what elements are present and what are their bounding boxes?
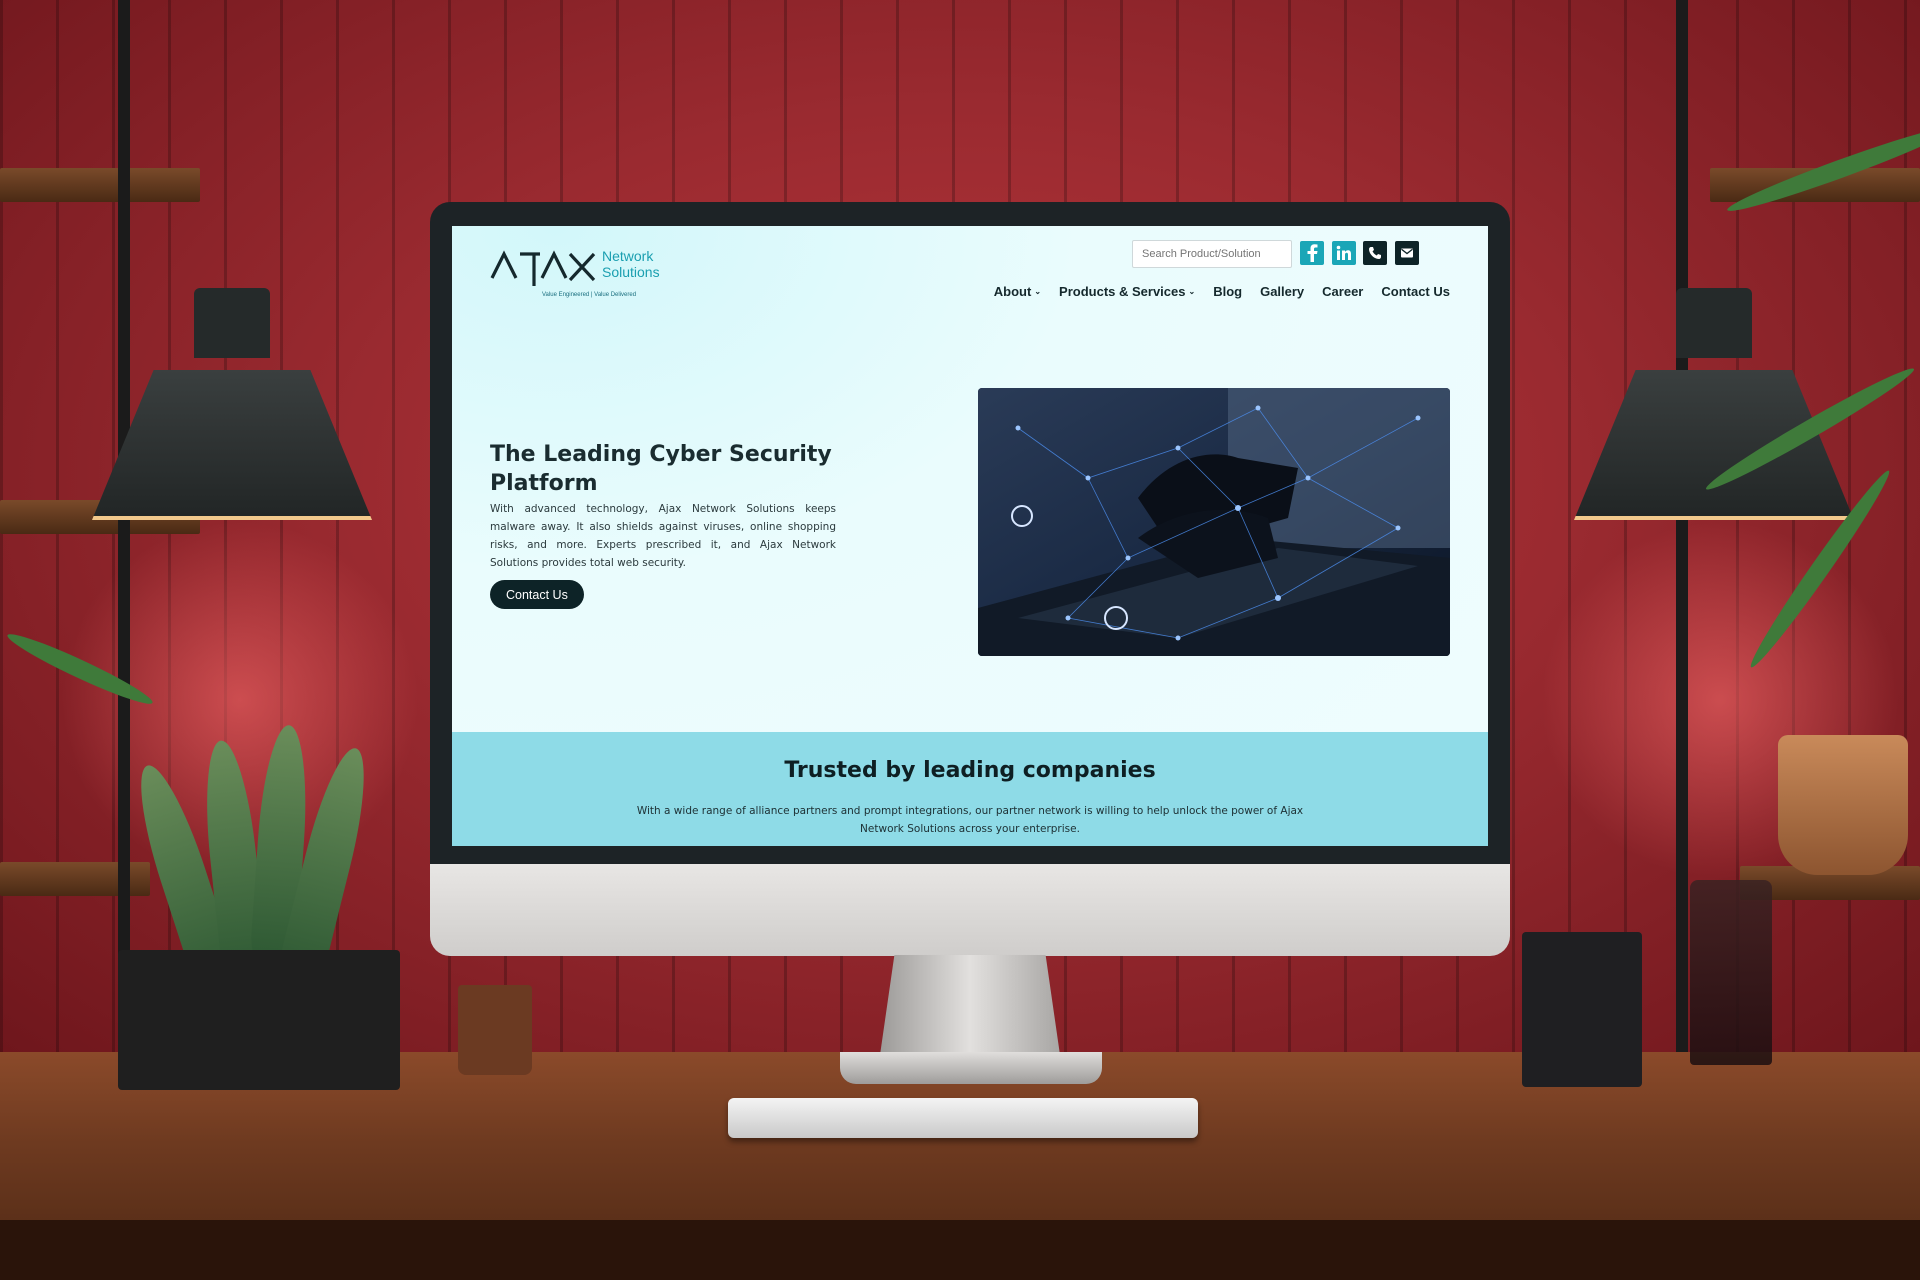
main-navigation: About ⌄ Products & Services ⌄ Blog Galle… bbox=[994, 284, 1450, 299]
nav-item-contact-us[interactable]: Contact Us bbox=[1381, 284, 1450, 299]
nav-label: Blog bbox=[1213, 284, 1243, 299]
nav-item-products-services[interactable]: Products & Services ⌄ bbox=[1059, 284, 1195, 299]
chevron-down-icon: ⌄ bbox=[1034, 287, 1042, 296]
hero-title: The Leading Cyber Security Platform bbox=[490, 442, 832, 496]
logo-line-network: Network bbox=[602, 248, 654, 264]
linkedin-icon bbox=[1336, 245, 1351, 260]
monitor-stand bbox=[880, 955, 1060, 1055]
search-input[interactable] bbox=[1132, 240, 1292, 268]
ajax-logo-mark-icon bbox=[490, 250, 596, 286]
keyboard bbox=[728, 1098, 1198, 1138]
monitor-chin bbox=[430, 864, 1510, 956]
phone-icon bbox=[1369, 247, 1381, 259]
planter-box bbox=[118, 950, 400, 1090]
trusted-companies-section: Trusted by leading companies With a wide… bbox=[452, 732, 1488, 846]
nav-item-gallery[interactable]: Gallery bbox=[1260, 284, 1304, 299]
facebook-button[interactable] bbox=[1300, 241, 1324, 265]
nav-label: Contact Us bbox=[1381, 284, 1450, 299]
wall-shelf bbox=[0, 168, 200, 202]
lamp-head bbox=[1676, 288, 1752, 358]
website-screen: Network Solutions Value Engineered | Val… bbox=[452, 226, 1488, 846]
trusted-description: With a wide range of alliance partners a… bbox=[636, 805, 1304, 835]
hero-image-cyber-laptop bbox=[978, 388, 1450, 656]
mail-icon bbox=[1401, 248, 1413, 258]
phone-button[interactable] bbox=[1363, 241, 1387, 265]
logo-line-solutions: Solutions bbox=[602, 264, 660, 280]
lamp-head bbox=[194, 288, 270, 358]
plant-pot bbox=[1778, 735, 1908, 875]
linkedin-button[interactable] bbox=[1332, 241, 1356, 265]
mail-button[interactable] bbox=[1395, 241, 1419, 265]
trusted-title: Trusted by leading companies bbox=[784, 758, 1156, 783]
lamp-pole bbox=[1676, 0, 1688, 1080]
facebook-icon bbox=[1307, 244, 1318, 262]
logo-text: Network Solutions bbox=[602, 248, 660, 280]
monitor-stand-base bbox=[840, 1052, 1102, 1084]
nav-item-blog[interactable]: Blog bbox=[1213, 284, 1242, 299]
chevron-down-icon: ⌄ bbox=[1188, 287, 1196, 296]
contact-us-button[interactable]: Contact Us bbox=[490, 580, 584, 609]
nav-label: Products & Services bbox=[1059, 284, 1186, 299]
nav-item-about[interactable]: About ⌄ bbox=[994, 284, 1041, 299]
nav-label: About bbox=[993, 284, 1032, 299]
nav-label: Career bbox=[1322, 284, 1364, 299]
nav-item-career[interactable]: Career bbox=[1322, 284, 1363, 299]
hero-description: With advanced technology, Ajax Network S… bbox=[490, 503, 836, 569]
nav-label: Gallery bbox=[1260, 284, 1305, 299]
cyber-hands-laptop-illustration bbox=[978, 388, 1450, 656]
lamp-pole bbox=[118, 0, 130, 1080]
pen-cup bbox=[1522, 932, 1642, 1087]
small-plant-pot bbox=[458, 985, 532, 1075]
logo-tagline: Value Engineered | Value Delivered bbox=[542, 292, 637, 298]
site-logo[interactable]: Network Solutions Value Engineered | Val… bbox=[490, 242, 680, 304]
glass-bottle bbox=[1690, 880, 1772, 1065]
